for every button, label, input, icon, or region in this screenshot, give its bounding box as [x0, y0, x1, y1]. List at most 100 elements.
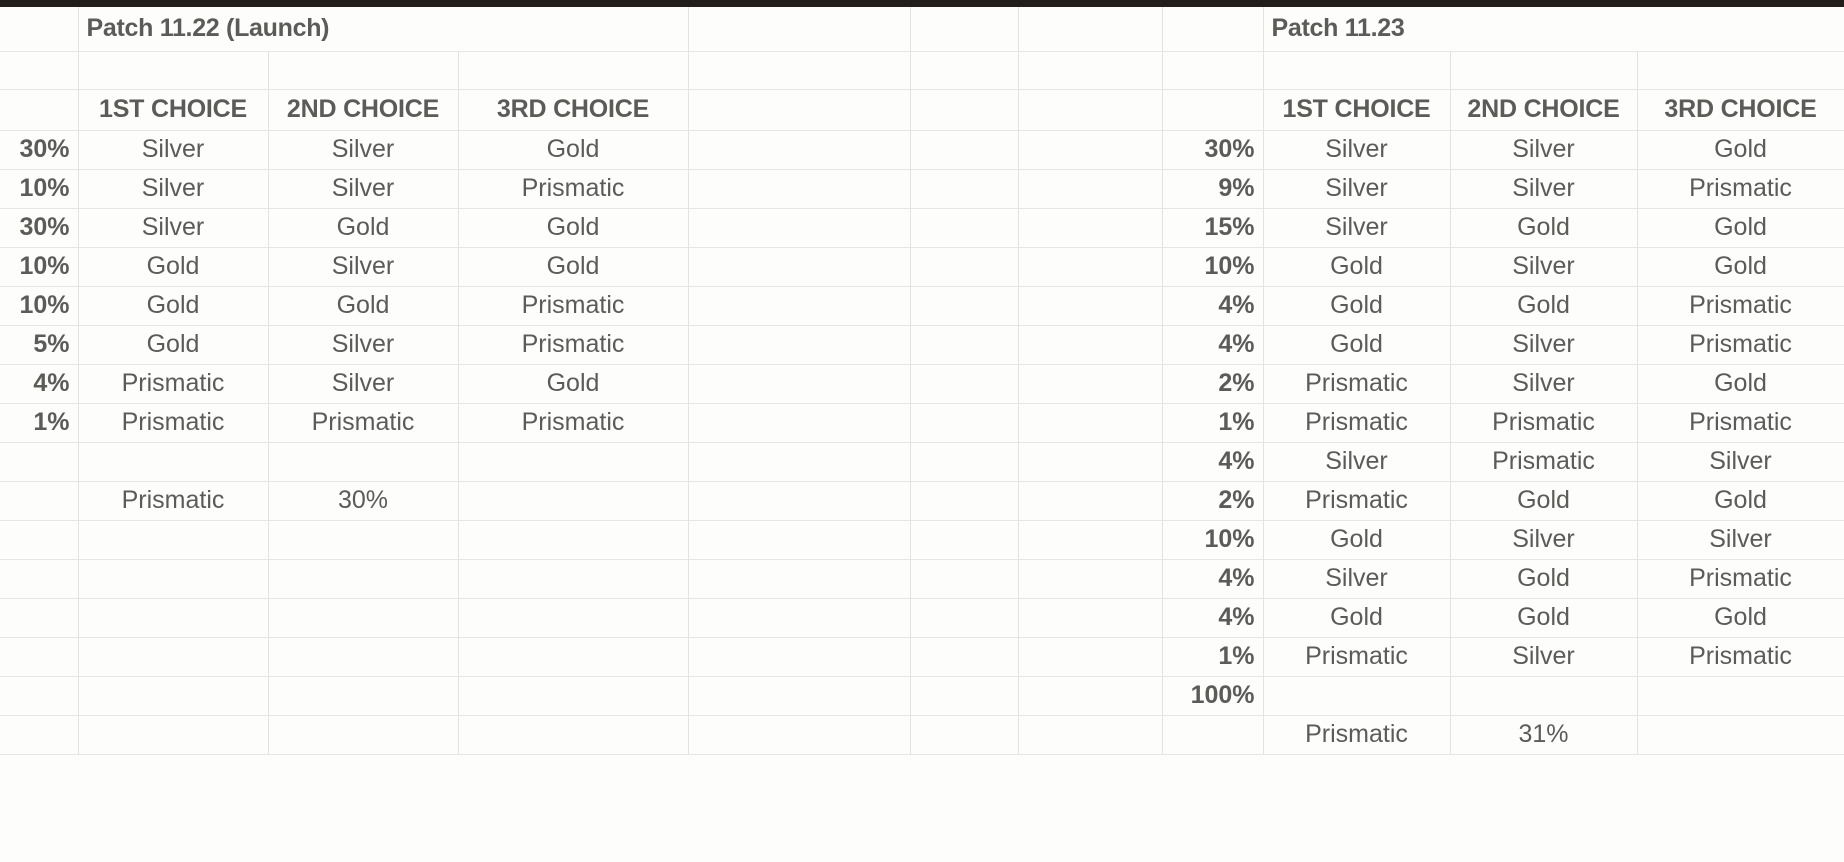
cell-blank[interactable] [910, 364, 1019, 404]
cell-blank[interactable] [0, 559, 79, 599]
right-row-1st[interactable]: Gold [1263, 520, 1451, 560]
right-row-2nd[interactable]: Silver [1450, 637, 1638, 677]
cell-blank[interactable] [458, 676, 689, 716]
cell-blank[interactable] [78, 715, 269, 755]
cell-blank[interactable] [1018, 89, 1163, 131]
cell-blank[interactable] [1637, 51, 1844, 90]
left-header-1st-choice[interactable]: 1ST CHOICE [78, 89, 269, 131]
cell-blank[interactable] [1018, 247, 1163, 287]
cell-blank[interactable] [78, 598, 269, 638]
left-row-1st[interactable]: Gold [78, 286, 269, 326]
right-row-1st[interactable]: Silver [1263, 559, 1451, 599]
cell-blank[interactable] [910, 559, 1019, 599]
right-row-2nd[interactable]: Silver [1450, 130, 1638, 170]
right-row-pct[interactable]: 4% [1162, 559, 1264, 599]
left-row-2nd[interactable]: Gold [268, 208, 459, 248]
left-row-pct[interactable]: 4% [0, 364, 79, 404]
cell-blank[interactable] [78, 442, 269, 482]
cell-blank[interactable] [910, 286, 1019, 326]
right-row-2nd[interactable]: Gold [1450, 559, 1638, 599]
cell-blank[interactable] [910, 208, 1019, 248]
right-total-3rd[interactable] [1637, 676, 1844, 716]
cell-blank[interactable] [910, 51, 1019, 90]
left-header-3rd-choice[interactable]: 3RD CHOICE [458, 89, 689, 131]
cell-blank[interactable] [458, 598, 689, 638]
cell-blank[interactable] [910, 169, 1019, 209]
right-row-2nd[interactable]: Silver [1450, 325, 1638, 365]
cell-blank[interactable] [910, 520, 1019, 560]
right-row-1st[interactable]: Gold [1263, 325, 1451, 365]
left-row-3rd[interactable]: Gold [458, 364, 689, 404]
left-row-2nd[interactable]: Silver [268, 169, 459, 209]
left-row-pct[interactable]: 10% [0, 286, 79, 326]
cell-blank[interactable] [688, 130, 911, 170]
cell-blank[interactable] [1263, 51, 1451, 90]
right-row-pct[interactable]: 1% [1162, 637, 1264, 677]
cell-blank[interactable] [78, 676, 269, 716]
cell-blank[interactable] [458, 637, 689, 677]
cell-blank[interactable] [688, 208, 911, 248]
cell-blank[interactable] [688, 715, 911, 755]
cell-blank[interactable] [910, 325, 1019, 365]
right-header-1st-choice[interactable]: 1ST CHOICE [1263, 89, 1451, 131]
cell-blank[interactable] [1018, 520, 1163, 560]
cell-blank[interactable] [268, 598, 459, 638]
right-row-pct[interactable]: 1% [1162, 403, 1264, 443]
cell-blank[interactable] [1018, 130, 1163, 170]
cell-blank[interactable] [910, 403, 1019, 443]
right-row-1st[interactable]: Silver [1263, 208, 1451, 248]
left-row-3rd[interactable]: Gold [458, 247, 689, 287]
cell-blank[interactable] [268, 637, 459, 677]
cell-blank[interactable] [1018, 325, 1163, 365]
right-row-1st[interactable]: Silver [1263, 169, 1451, 209]
cell-blank[interactable] [1018, 559, 1163, 599]
right-row-1st[interactable]: Gold [1263, 247, 1451, 287]
right-summary-value[interactable]: 31% [1450, 715, 1638, 755]
left-row-pct[interactable]: 30% [0, 208, 79, 248]
cell-blank[interactable] [1162, 7, 1264, 52]
left-summary-label[interactable]: Prismatic [78, 481, 269, 521]
right-row-3rd[interactable]: Gold [1637, 247, 1844, 287]
cell-blank[interactable] [688, 325, 911, 365]
cell-blank[interactable] [688, 676, 911, 716]
right-row-3rd[interactable]: Prismatic [1637, 403, 1844, 443]
left-row-2nd[interactable]: Silver [268, 247, 459, 287]
right-row-3rd[interactable]: Prismatic [1637, 286, 1844, 326]
right-row-1st[interactable]: Prismatic [1263, 637, 1451, 677]
cell-blank[interactable] [688, 559, 911, 599]
right-row-pct[interactable]: 15% [1162, 208, 1264, 248]
cell-blank[interactable] [1018, 51, 1163, 90]
left-summary-value[interactable]: 30% [268, 481, 459, 521]
right-summary-label[interactable]: Prismatic [1263, 715, 1451, 755]
left-row-2nd[interactable]: Prismatic [268, 403, 459, 443]
right-row-3rd[interactable]: Gold [1637, 481, 1844, 521]
cell-blank[interactable] [688, 442, 911, 482]
right-row-pct[interactable]: 4% [1162, 598, 1264, 638]
cell-blank[interactable] [78, 520, 269, 560]
cell-blank[interactable] [1018, 442, 1163, 482]
right-total-2nd[interactable] [1450, 676, 1638, 716]
right-total-1st[interactable] [1263, 676, 1451, 716]
cell-blank[interactable] [1018, 364, 1163, 404]
cell-blank[interactable] [910, 598, 1019, 638]
cell-blank[interactable] [0, 442, 79, 482]
right-row-2nd[interactable]: Gold [1450, 598, 1638, 638]
cell-blank[interactable] [1162, 89, 1264, 131]
cell-blank[interactable] [1018, 637, 1163, 677]
right-row-3rd[interactable]: Prismatic [1637, 637, 1844, 677]
cell-blank[interactable] [910, 442, 1019, 482]
cell-blank[interactable] [688, 169, 911, 209]
cell-blank[interactable] [910, 130, 1019, 170]
right-row-pct[interactable]: 2% [1162, 481, 1264, 521]
cell-blank[interactable] [910, 247, 1019, 287]
cell-blank[interactable] [458, 442, 689, 482]
right-row-2nd[interactable]: Silver [1450, 247, 1638, 287]
cell-blank[interactable] [688, 520, 911, 560]
cell-blank[interactable] [1018, 715, 1163, 755]
right-row-pct[interactable]: 9% [1162, 169, 1264, 209]
cell-blank[interactable] [910, 481, 1019, 521]
right-row-1st[interactable]: Silver [1263, 130, 1451, 170]
left-row-2nd[interactable]: Silver [268, 364, 459, 404]
right-row-pct[interactable]: 10% [1162, 247, 1264, 287]
left-row-2nd[interactable]: Silver [268, 130, 459, 170]
